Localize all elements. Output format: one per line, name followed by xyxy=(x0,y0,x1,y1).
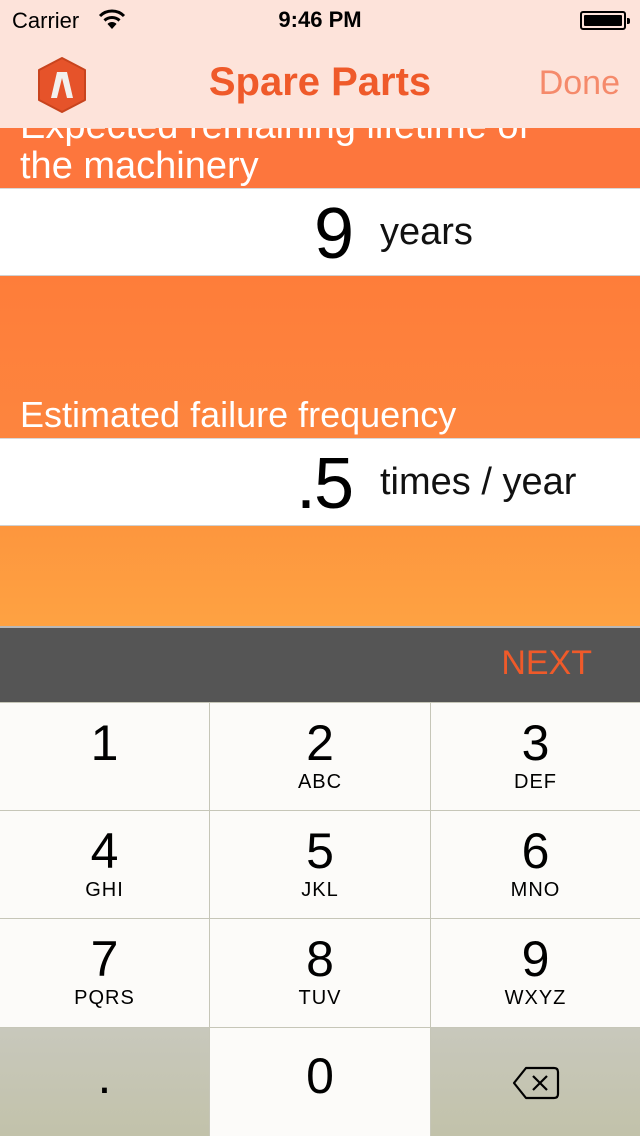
key-digit: 8 xyxy=(306,931,334,987)
next-section-band xyxy=(0,526,640,626)
key-digit: 2 xyxy=(306,715,334,771)
key-letters: DEF xyxy=(514,771,557,793)
backspace-icon xyxy=(512,1066,559,1100)
field-label-line: Expected remaining lifetime of xyxy=(20,128,529,146)
key-digit: 4 xyxy=(90,823,119,879)
key-digit: 3 xyxy=(521,715,550,771)
field-label-line: the machinery xyxy=(20,145,259,187)
navigation-bar: Spare Parts Done xyxy=(0,40,640,128)
key-letters: MNO xyxy=(510,879,561,901)
done-button[interactable]: Done xyxy=(539,64,620,103)
failure-frequency-input-row[interactable]: .5 times / year xyxy=(0,438,640,526)
keyboard-toolbar: NEXT xyxy=(0,626,640,702)
failure-frequency-unit-label: times / year xyxy=(380,461,577,503)
next-button[interactable]: NEXT xyxy=(501,644,592,683)
key-backspace[interactable] xyxy=(431,1028,640,1136)
key-3[interactable]: 3 DEF xyxy=(431,703,640,810)
lifetime-input-row[interactable]: 9 years xyxy=(0,188,640,276)
key-2[interactable]: 2 ABC xyxy=(210,703,430,810)
key-8[interactable]: 8 TUV xyxy=(210,919,430,1027)
key-9[interactable]: 9 WXYZ xyxy=(431,919,640,1027)
form-scroll-area[interactable]: Expected remaining lifetime of the machi… xyxy=(0,128,640,626)
field-label: Estimated failure frequency xyxy=(20,394,457,435)
clock: 9:46 PM xyxy=(278,7,362,32)
battery-icon xyxy=(580,11,630,30)
key-digit: 1 xyxy=(90,715,119,771)
key-digit: 7 xyxy=(90,931,119,987)
lifetime-unit-label: years xyxy=(380,211,473,253)
lifetime-value-input[interactable]: 9 xyxy=(314,193,354,275)
key-4[interactable]: 4 GHI xyxy=(0,811,209,918)
field-header-failure-frequency: Estimated failure frequency xyxy=(0,276,640,438)
field-header-lifetime: Expected remaining lifetime of the machi… xyxy=(0,128,640,188)
key-digit: . xyxy=(97,1048,112,1104)
key-decimal[interactable]: . xyxy=(0,1028,209,1136)
key-letters: ABC xyxy=(297,771,343,793)
key-letters: GHI xyxy=(85,879,124,901)
key-6[interactable]: 6 MNO xyxy=(431,811,640,918)
failure-frequency-value-input[interactable]: .5 xyxy=(296,443,354,525)
key-0[interactable]: 0 xyxy=(210,1028,430,1136)
key-digit: 9 xyxy=(521,931,550,987)
key-digit: 6 xyxy=(521,823,550,879)
key-letters: WXYZ xyxy=(504,987,567,1009)
key-letters: TUV xyxy=(298,987,342,1009)
key-letters: JKL xyxy=(301,879,339,901)
key-digit: 0 xyxy=(306,1048,334,1104)
key-digit: 5 xyxy=(306,823,334,879)
key-letters: PQRS xyxy=(74,987,135,1009)
key-1[interactable]: 1 xyxy=(0,703,209,810)
numeric-keypad: 1 2 ABC 3 DEF 4 GHI 5 JKL 6 MNO 7 PQRS 8… xyxy=(0,702,640,1136)
status-bar: Carrier 9:46 PM xyxy=(0,0,640,40)
key-5[interactable]: 5 JKL xyxy=(210,811,430,918)
key-7[interactable]: 7 PQRS xyxy=(0,919,209,1027)
